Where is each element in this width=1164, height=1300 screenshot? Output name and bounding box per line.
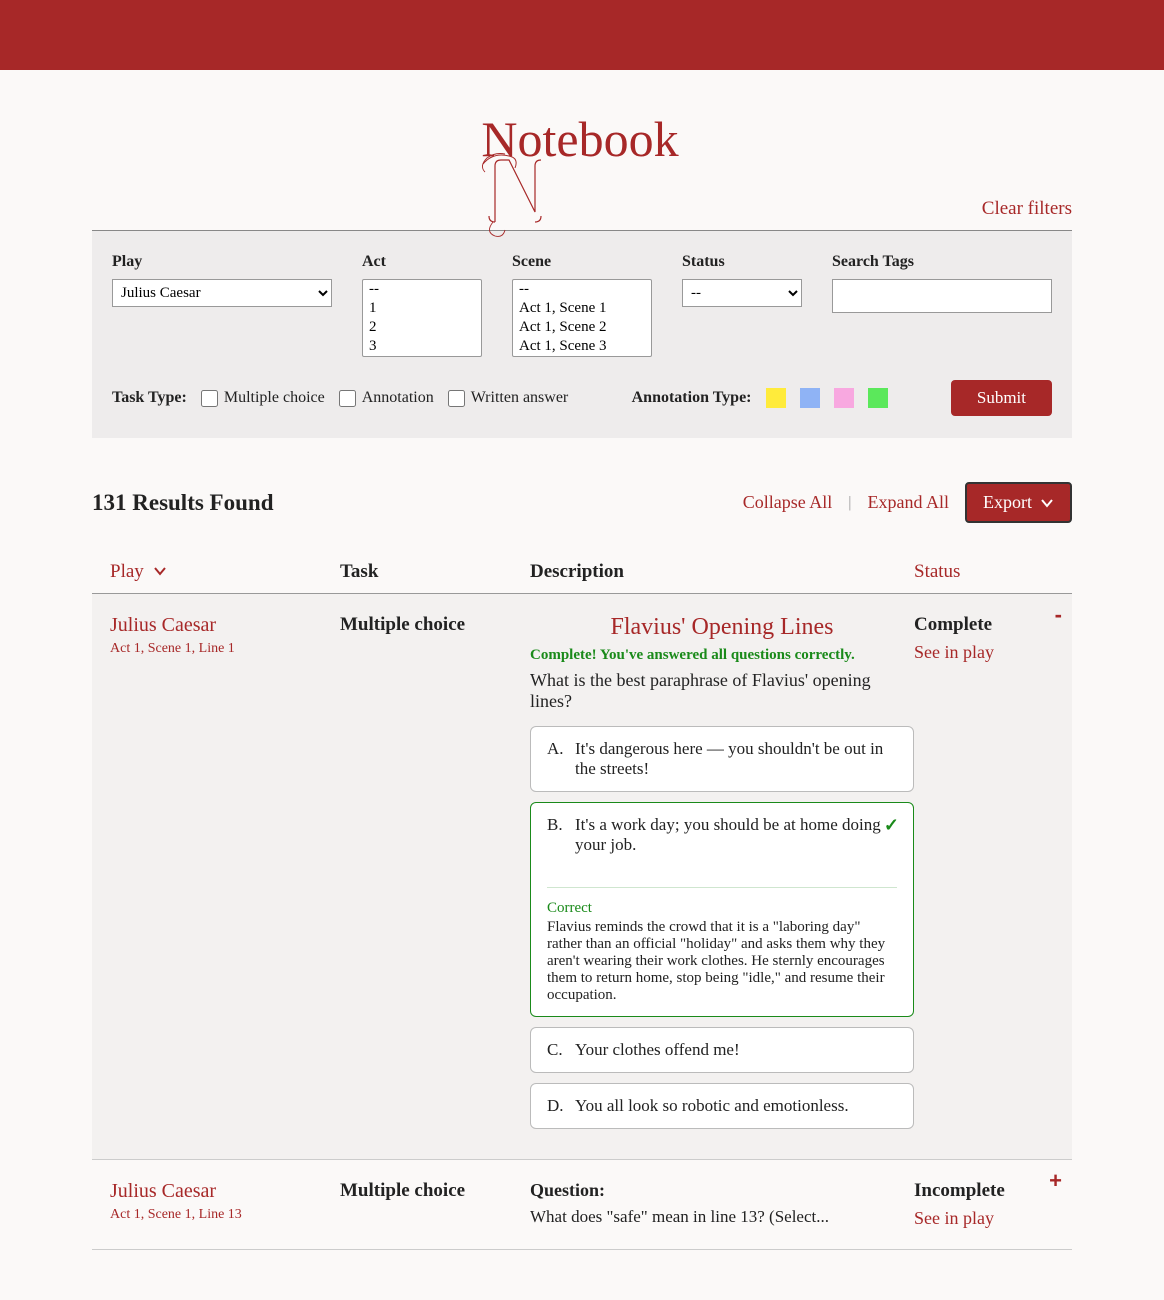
correct-label: Correct (547, 900, 897, 917)
task-type-annotation-checkbox[interactable]: Annotation (339, 389, 434, 407)
tags-filter-label: Search Tags (832, 253, 1052, 271)
mc-explanation: Flavius reminds the crowd that it is a "… (547, 919, 897, 1004)
separator: | (848, 494, 851, 512)
task-type-written-checkbox[interactable]: Written answer (448, 389, 569, 407)
results-count: 131 Results Found (92, 490, 273, 516)
scene-filter-select[interactable]: -- Act 1, Scene 1 Act 1, Scene 2 Act 1, … (512, 279, 652, 357)
row-collapse-button[interactable]: - (1055, 602, 1062, 628)
see-in-play-link[interactable]: See in play (914, 642, 1054, 663)
row-expand-button[interactable]: + (1049, 1168, 1062, 1194)
play-filter-select[interactable]: Julius Caesar (112, 279, 332, 307)
chevron-down-icon (1040, 496, 1054, 510)
row-status: Incomplete (914, 1180, 1054, 1202)
act-filter-select[interactable]: -- 1 2 3 (362, 279, 482, 357)
annotation-color-green[interactable] (868, 388, 888, 408)
chevron-down-icon (153, 565, 167, 577)
export-button[interactable]: Export (965, 482, 1072, 523)
collapse-all-button[interactable]: Collapse All (743, 492, 833, 513)
result-row: - Julius Caesar Act 1, Scene 1, Line 1 M… (92, 594, 1072, 1160)
clear-filters-button[interactable]: Clear filters (982, 198, 1072, 220)
result-row: + Julius Caesar Act 1, Scene 1, Line 13 … (92, 1160, 1072, 1250)
mc-option-c[interactable]: C. Your clothes offend me! (530, 1027, 914, 1073)
tags-input[interactable] (832, 279, 1052, 313)
page-title: Notebook (92, 70, 1072, 198)
column-header-description: Description (530, 561, 914, 583)
row-task-type: Multiple choice (340, 1180, 530, 1229)
check-icon: ✓ (884, 815, 899, 836)
mc-question: What is the best paraphrase of Flavius' … (530, 670, 914, 712)
see-in-play-link[interactable]: See in play (914, 1208, 1054, 1229)
question-label: Question: (530, 1180, 914, 1201)
mc-option-d[interactable]: D. You all look so robotic and emotionle… (530, 1083, 914, 1129)
filter-panel: Play Julius Caesar Act -- 1 2 3 Scene -- (92, 230, 1072, 438)
mc-complete-message: Complete! You've answered all questions … (530, 647, 914, 664)
row-play-location: Act 1, Scene 1, Line 1 (110, 641, 340, 657)
column-header-status[interactable]: Status (914, 561, 1054, 583)
annotation-color-blue[interactable] (800, 388, 820, 408)
column-header-play[interactable]: Play (110, 561, 340, 583)
top-banner (0, 0, 1164, 70)
annotation-color-yellow[interactable] (766, 388, 786, 408)
question-preview: What does "safe" mean in line 13? (Selec… (530, 1207, 914, 1227)
task-type-mc-checkbox[interactable]: Multiple choice (201, 389, 325, 407)
row-play-name[interactable]: Julius Caesar (110, 1180, 340, 1203)
expand-all-button[interactable]: Expand All (868, 492, 950, 513)
annotation-color-pink[interactable] (834, 388, 854, 408)
row-task-type: Multiple choice (340, 614, 530, 1139)
submit-filters-button[interactable]: Submit (951, 380, 1052, 416)
row-play-location: Act 1, Scene 1, Line 13 (110, 1207, 340, 1223)
status-filter-select[interactable]: -- (682, 279, 802, 307)
mc-option-a[interactable]: A. It's dangerous here — you shouldn't b… (530, 726, 914, 792)
scene-filter-label: Scene (512, 253, 652, 271)
play-filter-label: Play (112, 253, 332, 271)
status-filter-label: Status (682, 253, 802, 271)
mc-title: Flavius' Opening Lines (530, 614, 914, 641)
act-filter-label: Act (362, 253, 482, 271)
mc-option-b[interactable]: B. It's a work day; you should be at hom… (530, 802, 914, 1017)
row-status: Complete (914, 614, 1054, 636)
column-header-task: Task (340, 561, 530, 583)
table-header: Play Task Description Status (92, 551, 1072, 594)
row-play-name[interactable]: Julius Caesar (110, 614, 340, 637)
task-type-label: Task Type: (112, 389, 187, 407)
annotation-type-label: Annotation Type: (632, 389, 752, 407)
